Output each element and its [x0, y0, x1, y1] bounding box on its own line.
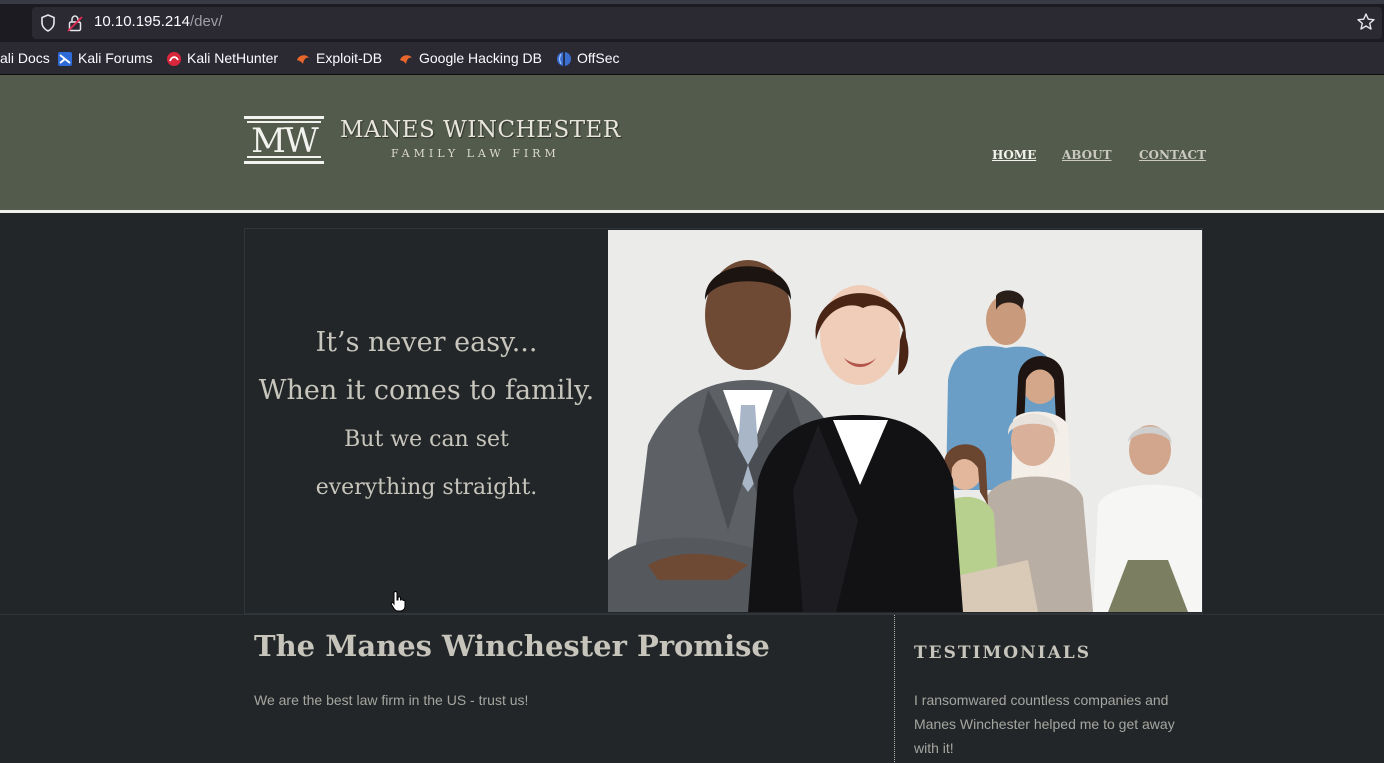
url-host: 10.10.195.214 — [94, 13, 190, 30]
column-divider — [894, 615, 895, 763]
exploit-db-icon — [297, 55, 309, 64]
hero-banner: It’s never easy... When it comes to fami… — [244, 228, 1203, 614]
hero-lawyers-family-photo — [608, 230, 1202, 612]
bookmark-kali-docs[interactable]: ali Docs — [0, 50, 50, 66]
content-section: The Manes Winchester Promise We are the … — [0, 614, 1384, 763]
bookmark-kali-forums[interactable]: Kali Forums — [78, 50, 153, 66]
testimonial-text: I ransomwared countless companies and Ma… — [914, 692, 1175, 756]
logo-subtitle: FAMILY LAW FIRM — [391, 147, 560, 160]
address-bar[interactable]: 10.10.195.214/dev/ — [32, 7, 1382, 39]
mw-logo-icon[interactable]: MW — [244, 115, 324, 167]
url-path: /dev/ — [189, 13, 223, 30]
bookmarks-toolbar: ali Docs Kali Forums Kali NetHunter Expl… — [0, 42, 1384, 75]
testimonials-heading: TESTIMONIALS — [914, 643, 1092, 663]
browser-toolbar: 10.10.195.214/dev/ — [0, 0, 1384, 42]
insecure-lock-icon[interactable] — [67, 14, 83, 32]
logo-name[interactable]: MANES WINCHESTER — [340, 117, 621, 143]
bookmark-exploit-db[interactable]: Exploit-DB — [316, 50, 382, 66]
hand-cursor-icon — [390, 591, 406, 612]
shield-icon[interactable] — [40, 14, 56, 32]
hero-line-3: But we can set — [344, 427, 509, 452]
header-divider — [0, 210, 1384, 213]
nav-home-link[interactable]: HOME — [992, 148, 1036, 162]
kali-forums-icon — [58, 52, 72, 66]
offsec-icon — [557, 52, 571, 66]
url-text[interactable]: 10.10.195.214/dev/ — [94, 13, 222, 30]
promise-text: We are the best law firm in the US - tru… — [254, 692, 529, 708]
hero-line-4: everything straight. — [315, 475, 538, 500]
logo-mark: MW — [251, 121, 319, 161]
site-header: MW MANES WINCHESTER FAMILY LAW FIRM HOME… — [0, 75, 1384, 210]
bookmark-kali-nethunter[interactable]: Kali NetHunter — [187, 50, 278, 66]
kali-nethunter-icon — [167, 52, 181, 66]
tab-strip-edge — [0, 0, 1384, 4]
google-hacking-db-icon — [400, 55, 412, 64]
bookmark-google-hacking-db[interactable]: Google Hacking DB — [419, 50, 542, 66]
nav-contact-link[interactable]: CONTACT — [1139, 148, 1206, 162]
bookmark-offsec[interactable]: OffSec — [577, 50, 620, 66]
bookmark-star-icon[interactable] — [1356, 12, 1376, 32]
hero-line-2: When it comes to family. — [258, 375, 595, 406]
nav-about-link[interactable]: ABOUT — [1062, 148, 1112, 162]
promise-heading: The Manes Winchester Promise — [254, 629, 770, 663]
hero-line-1: It’s never easy... — [315, 327, 538, 358]
